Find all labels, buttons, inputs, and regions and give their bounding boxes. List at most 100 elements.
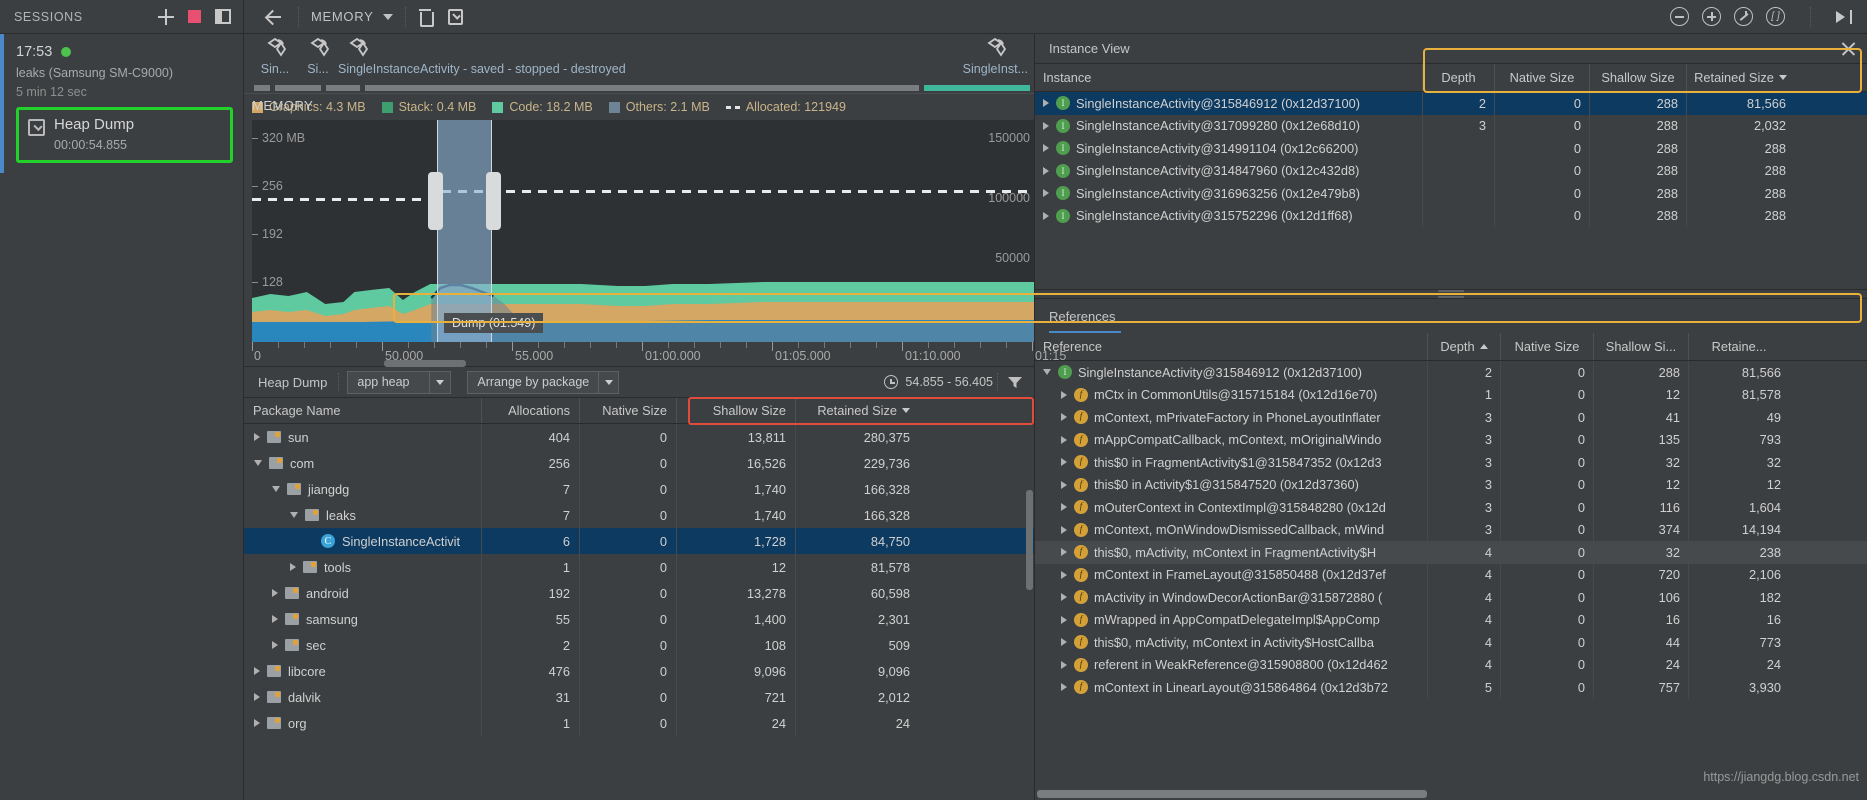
- package-name-cell[interactable]: leaks: [244, 502, 482, 528]
- col-native-size[interactable]: Native Size: [580, 398, 677, 423]
- col-retained-size[interactable]: Retained Size: [796, 398, 919, 423]
- chevron-right-icon[interactable]: [1061, 570, 1067, 579]
- package-table-scrollbar[interactable]: [1026, 490, 1033, 590]
- chevron-down-icon[interactable]: [598, 371, 618, 393]
- table-row[interactable]: f referent in WeakReference@315908800 (0x…: [1035, 653, 1867, 676]
- reference-name-cell[interactable]: f referent in WeakReference@315908800 (0x…: [1035, 653, 1428, 676]
- session-item[interactable]: 17:53 leaks (Samsung SM-C9000) 5 min 12 …: [0, 34, 243, 173]
- chevron-right-icon[interactable]: [1061, 390, 1067, 399]
- table-row[interactable]: sec 2 0 108 509: [244, 632, 1034, 658]
- timeline-axis[interactable]: 0 50.000 55.000 01:00.000 01:05.000 01:1…: [252, 342, 1066, 367]
- reference-name-cell[interactable]: f this$0, mActivity, mContext in Activity…: [1035, 631, 1428, 654]
- event-item-2[interactable]: SingleInstanceActivity - saved - stopped…: [338, 37, 626, 76]
- chevron-right-icon[interactable]: [1061, 480, 1067, 489]
- instance-name-cell[interactable]: I SingleInstanceActivity@315846912 (0x12…: [1035, 92, 1423, 115]
- chevron-right-icon[interactable]: [254, 433, 260, 441]
- chevron-right-icon[interactable]: [1061, 525, 1067, 534]
- reference-name-cell[interactable]: f mWrapped in AppCompatDelegateImpl$AppCo…: [1035, 608, 1428, 631]
- col-instance[interactable]: Instance: [1035, 64, 1423, 91]
- table-row[interactable]: tools 1 0 12 81,578: [244, 554, 1034, 580]
- event-item-right[interactable]: SingleInst...: [963, 37, 1028, 76]
- selection-handle-right[interactable]: [486, 172, 501, 230]
- chevron-right-icon[interactable]: [1043, 121, 1049, 130]
- table-row[interactable]: I SingleInstanceActivity@317099280 (0x12…: [1035, 114, 1867, 137]
- chevron-right-icon[interactable]: [1043, 189, 1049, 198]
- col-native-size[interactable]: Native Size: [1495, 64, 1590, 91]
- memory-graph[interactable]: 320 MB 256 192 128 64 150000 100000 5000…: [252, 120, 1034, 342]
- chevron-right-icon[interactable]: [1061, 548, 1067, 557]
- heap-dump-entry[interactable]: Heap Dump 00:00:54.855: [16, 107, 233, 163]
- instance-table-body[interactable]: I SingleInstanceActivity@315846912 (0x12…: [1035, 92, 1867, 227]
- reference-name-cell[interactable]: f mContext in LinearLayout@315864864 (0x1…: [1035, 676, 1428, 699]
- chevron-down-icon[interactable]: [1043, 369, 1051, 376]
- reference-name-cell[interactable]: f mOuterContext in ContextImpl@315848280 …: [1035, 496, 1428, 519]
- chevron-right-icon[interactable]: [290, 563, 296, 571]
- table-row[interactable]: I SingleInstanceActivity@314847960 (0x12…: [1035, 159, 1867, 182]
- col-allocations[interactable]: Allocations: [482, 398, 580, 423]
- chevron-right-icon[interactable]: [1043, 99, 1049, 108]
- filter-icon[interactable]: [1007, 375, 1023, 389]
- chevron-right-icon[interactable]: [254, 667, 260, 675]
- col-shallow-size[interactable]: Shallow Size: [1590, 64, 1687, 91]
- chevron-right-icon[interactable]: [1061, 503, 1067, 512]
- table-row[interactable]: f mCtx in CommonUtils@315715184 (0x12d16e…: [1035, 383, 1867, 406]
- table-row[interactable]: android 192 0 13,278 60,598: [244, 580, 1034, 606]
- package-name-cell[interactable]: dalvik: [244, 684, 482, 710]
- instance-name-cell[interactable]: I SingleInstanceActivity@314847960 (0x12…: [1035, 159, 1423, 182]
- table-row[interactable]: f mContext, mPrivateFactory in PhoneLayou…: [1035, 406, 1867, 429]
- col-depth[interactable]: Depth: [1428, 333, 1501, 360]
- close-icon[interactable]: [1840, 40, 1857, 57]
- reference-name-cell[interactable]: f mActivity in WindowDecorActionBar@31587…: [1035, 586, 1428, 609]
- package-name-cell[interactable]: org: [244, 710, 482, 736]
- panel-splitter[interactable]: [1035, 289, 1867, 299]
- table-row[interactable]: I SingleInstanceActivity@316963256 (0x12…: [1035, 182, 1867, 205]
- table-row[interactable]: libcore 476 0 9,096 9,096: [244, 658, 1034, 684]
- table-row[interactable]: f mContext, mOnWindowDismissedCallback, m…: [1035, 518, 1867, 541]
- reference-name-cell[interactable]: f mContext in FrameLayout@315850488 (0x12…: [1035, 563, 1428, 586]
- package-name-cell[interactable]: samsung: [244, 606, 482, 632]
- col-native-size[interactable]: Native Size: [1501, 333, 1594, 360]
- col-retained-size[interactable]: Retaine...: [1689, 333, 1789, 360]
- chevron-right-icon[interactable]: [272, 589, 278, 597]
- zoom-to-selection-icon[interactable]: [ ]: [1766, 7, 1785, 26]
- table-row[interactable]: I SingleInstanceActivity@315846912 (0x12d…: [1035, 361, 1867, 384]
- table-row[interactable]: I SingleInstanceActivity@315846912 (0x12…: [1035, 92, 1867, 115]
- table-row[interactable]: f mContext in FrameLayout@315850488 (0x12…: [1035, 563, 1867, 586]
- table-row[interactable]: com 256 0 16,526 229,736: [244, 450, 1034, 476]
- toggle-panel-icon[interactable]: [215, 9, 231, 24]
- stop-record-icon[interactable]: [188, 10, 201, 23]
- references-horizontal-scrollbar[interactable]: [1037, 790, 1427, 798]
- tab-references[interactable]: References: [1049, 309, 1122, 333]
- package-name-cell[interactable]: sun: [244, 424, 482, 450]
- chevron-right-icon[interactable]: [1043, 144, 1049, 153]
- chevron-right-icon[interactable]: [1043, 211, 1049, 220]
- package-name-cell[interactable]: com: [244, 450, 482, 476]
- chevron-right-icon[interactable]: [1061, 615, 1067, 624]
- table-row[interactable]: f this$0, mActivity, mContext in Activity…: [1035, 631, 1867, 654]
- back-arrow-icon[interactable]: [260, 4, 286, 30]
- table-row[interactable]: dalvik 31 0 721 2,012: [244, 684, 1034, 710]
- reference-name-cell[interactable]: f mAppCompatCallback, mContext, mOriginal…: [1035, 428, 1428, 451]
- chevron-down-icon[interactable]: [290, 512, 298, 518]
- event-item-0[interactable]: Sin...: [252, 37, 298, 76]
- chevron-down-icon[interactable]: [428, 371, 450, 393]
- table-row[interactable]: f mContext in LinearLayout@315864864 (0x1…: [1035, 676, 1867, 699]
- chevron-right-icon[interactable]: [254, 693, 260, 701]
- event-item-1[interactable]: Si...: [298, 37, 338, 76]
- chevron-right-icon[interactable]: [272, 641, 278, 649]
- chevron-right-icon[interactable]: [1061, 638, 1067, 647]
- package-table-body[interactable]: sun 404 0 13,811 280,375 com 256 0 16,52…: [244, 424, 1034, 800]
- table-row[interactable]: I SingleInstanceActivity@315752296 (0x12…: [1035, 204, 1867, 227]
- reference-name-cell[interactable]: f this$0 in Activity$1@315847520 (0x12d37…: [1035, 473, 1428, 496]
- chevron-right-icon[interactable]: [1061, 413, 1067, 422]
- table-row[interactable]: leaks 7 0 1,740 166,328: [244, 502, 1034, 528]
- trash-icon[interactable]: [418, 8, 435, 27]
- instance-name-cell[interactable]: I SingleInstanceActivity@317099280 (0x12…: [1035, 114, 1423, 137]
- table-row[interactable]: f mOuterContext in ContextImpl@315848280 …: [1035, 496, 1867, 519]
- table-row[interactable]: samsung 55 0 1,400 2,301: [244, 606, 1034, 632]
- chevron-down-icon[interactable]: [272, 486, 280, 492]
- chevron-right-icon[interactable]: [1061, 435, 1067, 444]
- graph-selection-range[interactable]: [428, 120, 501, 342]
- table-row[interactable]: f this$0, mActivity, mContext in Fragment…: [1035, 541, 1867, 564]
- package-name-cell[interactable]: C SingleInstanceActivit: [244, 528, 482, 554]
